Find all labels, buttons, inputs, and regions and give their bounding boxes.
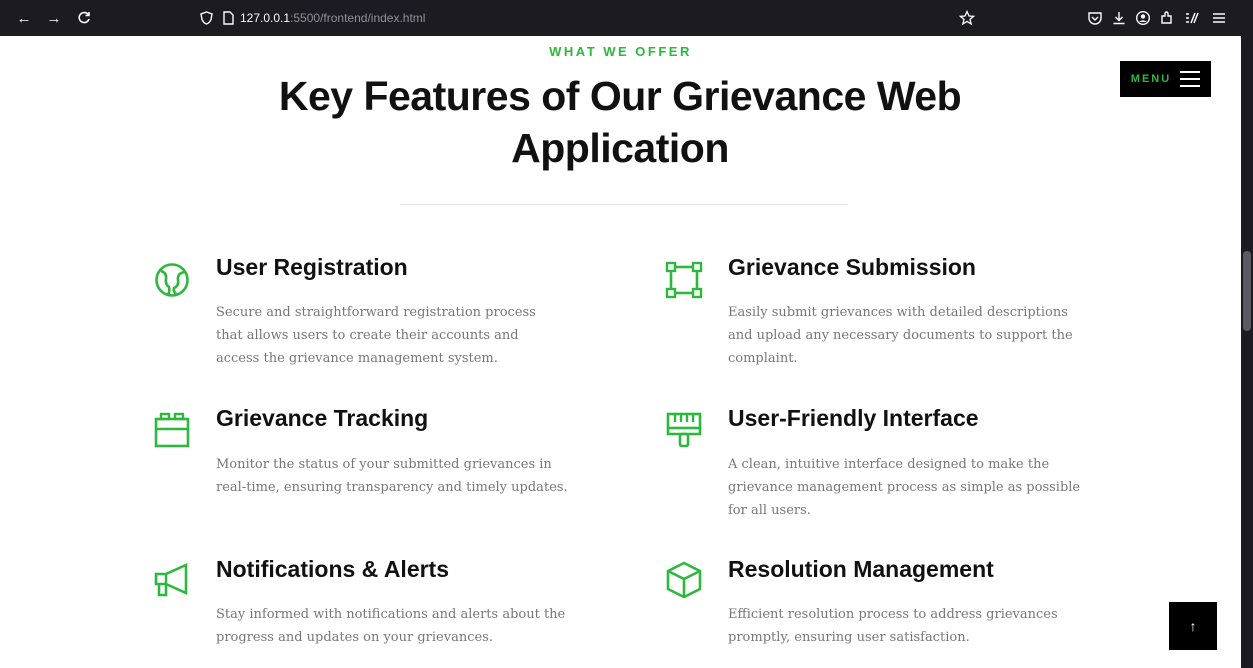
page-icon <box>223 11 234 25</box>
feature-title: User Registration <box>216 254 408 280</box>
feature-description: Easily submit grievances with detailed d… <box>728 305 1073 366</box>
menu-label: MENU <box>1130 73 1172 85</box>
cube-icon <box>664 560 704 600</box>
page-scrollbar[interactable] <box>1241 36 1253 668</box>
arrow-up-icon: ↑ <box>1189 618 1197 634</box>
hamburger-icon <box>1180 71 1201 87</box>
address-bar[interactable]: 127.0.0.1:5500/frontend/index.html <box>190 6 1000 30</box>
back-to-top-button[interactable]: ↑ <box>1169 602 1217 650</box>
account-icon[interactable] <box>1134 9 1152 27</box>
megaphone-icon <box>152 560 192 600</box>
paint-brush-icon <box>664 410 704 450</box>
browser-toolbar: ← → 127.0.0.1:5500/frontend/index.html <box>0 0 1253 36</box>
title-divider <box>400 204 848 205</box>
section-title: Key Features of Our Grievance Web Applic… <box>278 73 962 171</box>
download-icon[interactable] <box>1110 9 1128 27</box>
reload-icon[interactable] <box>74 8 94 28</box>
url-host: 127.0.0.1 <box>240 11 291 25</box>
scrollbar-thumb[interactable] <box>1243 251 1251 331</box>
bookmark-star-icon[interactable] <box>958 9 976 27</box>
feature-title: Resolution Management <box>728 556 994 582</box>
back-icon[interactable]: ← <box>14 8 34 28</box>
feature-description: Stay informed with notifications and ale… <box>216 607 566 645</box>
url-path: :5500/frontend/index.html <box>290 11 426 25</box>
globe-icon <box>152 260 192 300</box>
extensions-icon[interactable] <box>1158 9 1176 27</box>
devtools-icon[interactable] <box>1182 9 1200 27</box>
feature-title: Grievance Tracking <box>216 405 429 431</box>
shield-icon[interactable] <box>200 11 213 25</box>
feature-description: Secure and straightforward registration … <box>216 305 536 366</box>
toolbox-icon <box>152 410 192 450</box>
feature-description: A clean, intuitive interface designed to… <box>728 457 1081 518</box>
url-text[interactable]: 127.0.0.1:5500/frontend/index.html <box>240 11 425 25</box>
feature-title: Notifications & Alerts <box>216 556 450 582</box>
menu-button[interactable]: MENU <box>1120 61 1211 97</box>
feature-title: User-Friendly Interface <box>728 405 979 431</box>
app-menu-icon[interactable] <box>1210 9 1228 27</box>
feature-title: Grievance Submission <box>728 254 976 280</box>
forward-icon[interactable]: → <box>44 8 64 28</box>
vector-square-icon <box>664 260 704 300</box>
pocket-icon[interactable] <box>1086 9 1104 27</box>
section-eyebrow: WHAT WE OFFER <box>549 44 692 59</box>
feature-description: Efficient resolution process to address … <box>728 607 1058 645</box>
page-content: WHAT WE OFFER Key Features of Our Grieva… <box>0 36 1241 668</box>
feature-description: Monitor the status of your submitted gri… <box>216 457 568 495</box>
